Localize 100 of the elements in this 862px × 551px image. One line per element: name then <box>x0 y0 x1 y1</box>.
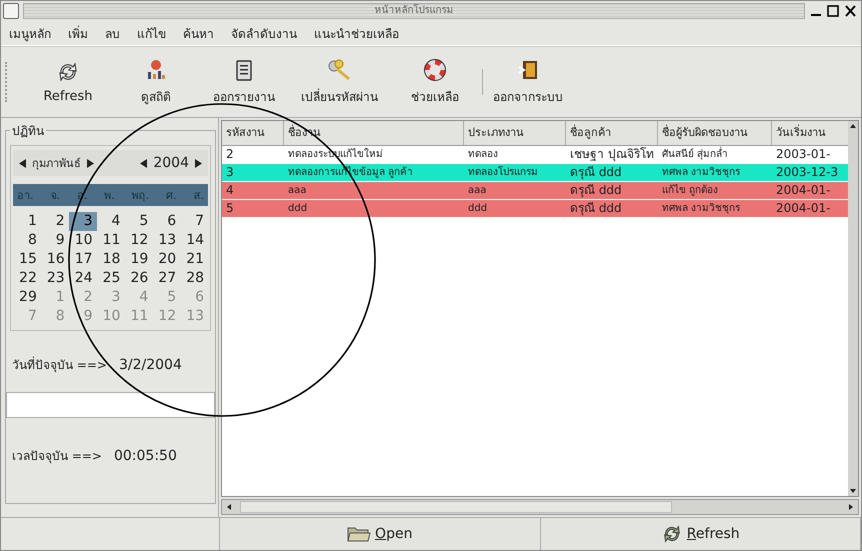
table-cell-text: เชษฐา ปุณจิริโท <box>569 146 655 163</box>
refresh-icon <box>57 60 79 82</box>
toolbar-button[interactable]: ดูสถิติ <box>121 54 191 110</box>
calendar-day[interactable]: 1 <box>13 212 41 231</box>
input-field[interactable] <box>6 392 215 418</box>
calendar-day[interactable]: 24 <box>68 269 97 288</box>
folder-icon <box>347 525 372 543</box>
vertical-scrollbar[interactable] <box>848 121 858 496</box>
weekday-label: ส. <box>193 188 204 204</box>
previous-month-arrow[interactable] <box>19 158 26 168</box>
table-cell-text: ดรุณี ddd <box>569 200 623 217</box>
calendar-day[interactable]: 21 <box>180 250 208 269</box>
current-date-value: 3/2/2004 <box>118 356 182 372</box>
year-label: 2004 <box>153 155 189 171</box>
table-row[interactable]: 5 ddd ddd ดรุณี ddd ทศพล งามวิชชุกร 2004-01- <box>222 200 848 218</box>
previous-year-arrow[interactable] <box>140 158 148 168</box>
maximize-icon[interactable] <box>827 5 839 17</box>
chart-icon <box>145 58 167 80</box>
toolbar-button[interactable]: ออกจากระบบ <box>489 54 567 110</box>
calendar-day[interactable]: 26 <box>124 269 152 288</box>
toolbar-button[interactable]: ช่วยเหลือ <box>400 54 470 110</box>
calendar-day[interactable]: 13 <box>152 231 180 250</box>
weekday-label: ศ. <box>166 188 177 204</box>
exit-door-icon <box>517 58 539 80</box>
window-menu-button[interactable] <box>3 3 19 19</box>
scroll-right-arrow[interactable] <box>847 503 855 511</box>
calendar-day[interactable]: 14 <box>180 231 208 250</box>
calendar-day[interactable]: 19 <box>124 250 152 269</box>
current-date-label: วันที่ปัจจุบัน ==> <box>12 356 107 374</box>
action-button[interactable]: Open <box>220 518 540 550</box>
menu-item[interactable]: แนะนำช่วยเหลือ <box>314 24 399 42</box>
calendar-day[interactable]: 16 <box>40 250 69 269</box>
current-time-value: 00:05:50 <box>114 448 177 464</box>
calendar-day[interactable]: 22 <box>13 269 41 288</box>
table-row[interactable]: 4 aaa aaa ดรุณี ddd แก้ไข ถูกต้อง 2004-01- <box>222 182 848 200</box>
action-button[interactable]: Refresh <box>540 518 861 550</box>
table-cell-text: ทศพล งามวิชชุกร <box>661 166 742 180</box>
calendar-day[interactable]: 18 <box>96 250 124 269</box>
next-month-arrow[interactable] <box>87 158 94 168</box>
calendar-day[interactable]: 15 <box>13 250 41 269</box>
table-cell-text: aaa <box>287 184 308 198</box>
calendar-day[interactable]: 29 <box>13 288 41 307</box>
table-cell-text: 2004-01- <box>775 182 832 199</box>
window-title: หน้าหลักโปรแกรม <box>374 5 454 16</box>
weekday-label: อา. <box>17 188 34 204</box>
toolbar-button[interactable]: Refresh <box>33 56 103 108</box>
calendar-day[interactable]: 2 <box>40 212 69 231</box>
table-cell-text: ดรุณี ddd <box>569 182 623 199</box>
weekday-label: พฤ. <box>132 188 150 204</box>
column-header[interactable]: ชื่อลูกค้า <box>566 121 658 145</box>
table-cell-text: ddd <box>287 202 308 216</box>
calendar-day[interactable]: 10 <box>68 231 97 250</box>
current-time-label: เวลปัจจุบัน ==> <box>12 448 102 465</box>
column-header[interactable]: ประเภทงาน <box>464 121 566 145</box>
calendar-day[interactable]: 11 <box>96 231 124 250</box>
table-cell-text: 2004-01- <box>775 200 832 217</box>
calendar-day[interactable]: 17 <box>68 250 97 269</box>
table-cell-text: แก้ไข ถูกต้อง <box>661 183 720 198</box>
table-cell-text: 4 <box>225 182 235 199</box>
table-cell-text: ทศพล งามวิชชุกร <box>661 202 742 216</box>
weekday-label: จ. <box>50 188 60 204</box>
menu-item[interactable]: แก้ไข <box>137 24 166 42</box>
calendar-day[interactable]: 25 <box>96 269 124 288</box>
table-cell-text: 2003-12-3 <box>775 164 840 181</box>
menu-item[interactable]: ลบ <box>105 24 120 42</box>
scroll-down-arrow[interactable] <box>849 487 857 495</box>
menu-item[interactable]: จัดลำดับงาน <box>231 24 297 42</box>
calendar-day[interactable]: 28 <box>180 269 208 288</box>
keys-icon <box>326 58 352 80</box>
menu-item[interactable]: เพิ่ม <box>68 24 88 42</box>
calendar-day[interactable]: 9 <box>40 231 69 250</box>
calendar-day[interactable]: 23 <box>40 269 69 288</box>
next-year-arrow[interactable] <box>195 158 202 168</box>
table-cell-text: ดรุณี ddd <box>569 164 623 181</box>
calendar-day[interactable]: 6 <box>152 212 180 231</box>
calendar-day[interactable]: 8 <box>13 231 41 250</box>
calendar-day[interactable]: 5 <box>124 212 152 231</box>
calendar-day[interactable]: 3 <box>68 212 97 231</box>
table-cell-text: ทดลอง <box>467 148 499 162</box>
month-label: กุมภาพันธ์ <box>32 156 81 172</box>
toolbar-button[interactable]: เปลี่ยนรหัสผ่าน <box>297 54 382 110</box>
calendar-day[interactable]: 7 <box>180 212 208 231</box>
horizontal-scrollbar[interactable] <box>221 499 859 515</box>
calendar-day[interactable]: 20 <box>152 250 180 269</box>
scroll-left-arrow[interactable] <box>225 503 233 511</box>
table-cell-text: ทดลองโปรแกรม <box>467 165 539 180</box>
table-cell: ศันสนีย์ สุ่มกล่ำ <box>658 146 772 163</box>
menu-item[interactable]: เมนูหลัก <box>9 24 51 42</box>
scroll-up-arrow[interactable] <box>849 122 857 130</box>
menu-item[interactable]: ค้นหา <box>183 24 214 42</box>
toolbar-button[interactable]: ออกรายงาน <box>209 54 279 110</box>
calendar-day[interactable]: 12 <box>124 231 152 250</box>
calendar-day[interactable]: 4 <box>96 212 124 231</box>
table-cell-text: 2 <box>225 146 235 163</box>
close-icon[interactable] <box>845 5 856 17</box>
table-cell-text: 5 <box>225 200 235 217</box>
column-header[interactable]: รหัสงาน <box>222 121 284 145</box>
column-header[interactable]: ชื่อผู้รับผิดชอบงาน <box>658 121 772 145</box>
table-cell-text: 2003-01- <box>775 146 832 163</box>
calendar-day[interactable]: 27 <box>152 269 180 288</box>
